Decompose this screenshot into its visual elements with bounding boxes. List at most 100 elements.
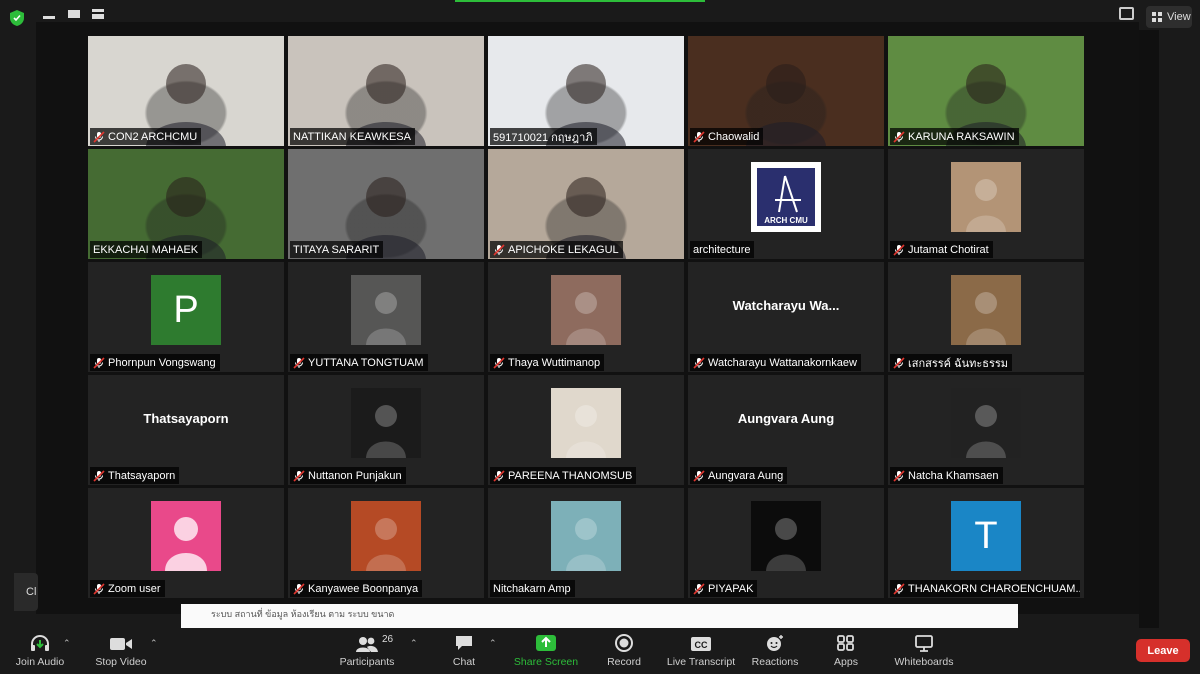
participant-tile[interactable]: Chaowalid xyxy=(688,36,884,146)
avatar-letter: P xyxy=(151,275,221,345)
participant-tile[interactable]: Zoom user xyxy=(88,488,284,598)
join-audio-label: Join Audio xyxy=(15,656,65,668)
join-audio-button[interactable]: Join Audio xyxy=(10,628,70,674)
floating-window-icon[interactable] xyxy=(67,8,81,20)
participant-name-tag: YUTTANA TONGTUAM xyxy=(290,354,428,371)
stop-video-button[interactable]: Stop Video xyxy=(90,628,152,674)
participant-name: TITAYA SARARIT xyxy=(293,243,380,256)
view-button-label: View xyxy=(1167,11,1191,23)
apps-button[interactable]: Apps xyxy=(826,628,866,674)
share-screen-icon xyxy=(536,635,556,651)
closed-caption-icon: CC xyxy=(691,637,711,651)
participant-name-tag: EKKACHAI MAHAEK xyxy=(90,241,203,258)
avatar-photo xyxy=(751,501,821,571)
participant-name-tag: Zoom user xyxy=(90,580,165,597)
participant-tile[interactable]: Aungvara Aung Aungvara Aung xyxy=(688,375,884,485)
share-screen-label: Share Screen xyxy=(513,656,579,668)
participant-tile[interactable]: CON2 ARCHCMU xyxy=(88,36,284,146)
muted-mic-icon xyxy=(693,356,705,369)
collapsed-panel-tab[interactable]: Cl xyxy=(14,573,38,611)
participant-tile[interactable]: เสกสรรค์ ฉันทะธรรม xyxy=(888,262,1084,372)
avatar-photo xyxy=(951,162,1021,232)
participant-name: APICHOKE LEKAGUL xyxy=(508,243,619,256)
participant-tile[interactable]: EKKACHAI MAHAEK xyxy=(88,149,284,259)
participants-label: Participants xyxy=(339,656,395,668)
participant-name: Nitchakarn Amp xyxy=(493,582,571,595)
muted-mic-icon xyxy=(493,356,505,369)
participant-tile[interactable]: Nuttanon Punjakun xyxy=(288,375,484,485)
participants-options-chevron-icon[interactable]: ⌃ xyxy=(410,638,420,648)
participant-tile[interactable]: APICHOKE LEKAGUL xyxy=(488,149,684,259)
avatar-photo xyxy=(551,275,621,345)
avatar-letter: T xyxy=(951,501,1021,571)
reactions-label: Reactions xyxy=(751,656,799,668)
chat-button[interactable]: Chat xyxy=(440,628,488,674)
participant-tile[interactable]: P Phornpun Vongswang xyxy=(88,262,284,372)
shared-document-strip: ระบบ สถานที่ ข้อมูล ห้องเรียน ตาม ระบบ ข… xyxy=(181,604,1018,628)
participant-tile[interactable]: 591710021 กฤษฎาภิ xyxy=(488,36,684,146)
participant-tile[interactable]: KARUNA RAKSAWIN xyxy=(888,36,1084,146)
security-shield-icon[interactable] xyxy=(9,9,25,27)
meeting-toolbar: Join Audio ⌃ Stop Video ⌃ Participants 2… xyxy=(0,628,1200,674)
participant-name-tag: Aungvara Aung xyxy=(690,467,788,484)
participant-name: NATTIKAN KEAWKESA xyxy=(293,130,411,143)
record-button[interactable]: Record xyxy=(600,628,648,674)
smiley-icon xyxy=(767,635,783,651)
participant-name-tag: architecture xyxy=(690,241,755,258)
leave-button[interactable]: Leave xyxy=(1136,639,1190,662)
participant-tile[interactable]: TITAYA SARARIT xyxy=(288,149,484,259)
participant-name-tag: Phornpun Vongswang xyxy=(90,354,220,371)
participant-name: Phornpun Vongswang xyxy=(108,356,216,369)
muted-mic-icon xyxy=(93,469,105,482)
reactions-button[interactable]: Reactions xyxy=(748,628,802,674)
fullscreen-icon[interactable] xyxy=(1119,7,1134,20)
participant-tile[interactable]: Kanyawee Boonpanya xyxy=(288,488,484,598)
participant-name: YUTTANA TONGTUAM xyxy=(308,356,424,369)
participant-name-tag: PAREENA THANOMSUB xyxy=(490,467,637,484)
participant-name-tag: Nuttanon Punjakun xyxy=(290,467,406,484)
participant-tile[interactable]: Nitchakarn Amp xyxy=(488,488,684,598)
participants-icon xyxy=(356,637,378,652)
muted-mic-icon xyxy=(693,582,705,595)
participant-tile[interactable]: T THANAKORN CHAROENCHUAM... xyxy=(888,488,1084,598)
participant-tile[interactable]: Natcha Khamsaen xyxy=(888,375,1084,485)
participant-tile[interactable]: PIYAPAK xyxy=(688,488,884,598)
audio-options-chevron-icon[interactable]: ⌃ xyxy=(63,638,73,648)
muted-mic-icon xyxy=(893,582,905,595)
participant-name: PAREENA THANOMSUB xyxy=(508,469,633,482)
avatar-photo xyxy=(951,275,1021,345)
participant-name: Jutamat Chotirat xyxy=(908,243,989,256)
participant-tile[interactable]: YUTTANA TONGTUAM xyxy=(288,262,484,372)
participant-tile[interactable]: Jutamat Chotirat xyxy=(888,149,1084,259)
live-transcript-button[interactable]: CC Live Transcript xyxy=(664,628,738,674)
participant-name: Zoom user xyxy=(108,582,161,595)
participant-tile[interactable]: PAREENA THANOMSUB xyxy=(488,375,684,485)
participant-display-name: Watcharayu Wa... xyxy=(732,298,840,313)
muted-mic-icon xyxy=(293,469,305,482)
muted-mic-icon xyxy=(293,356,305,369)
avatar-photo xyxy=(351,388,421,458)
participant-name-tag: Watcharayu Wattanakornkaew xyxy=(690,354,861,371)
video-options-chevron-icon[interactable]: ⌃ xyxy=(150,638,160,648)
participant-tile[interactable]: ARCH CMU architecture xyxy=(688,149,884,259)
chat-options-chevron-icon[interactable]: ⌃ xyxy=(489,638,499,648)
sharing-indicator xyxy=(455,0,705,2)
whiteboard-icon xyxy=(915,635,933,652)
svg-text:CC: CC xyxy=(695,640,708,650)
whiteboards-button[interactable]: Whiteboards xyxy=(888,628,960,674)
participant-name: architecture xyxy=(693,243,751,256)
view-button[interactable]: View xyxy=(1146,6,1192,28)
participant-tile[interactable]: NATTIKAN KEAWKESA xyxy=(288,36,484,146)
video-camera-icon xyxy=(110,638,132,650)
minimize-icon[interactable] xyxy=(42,8,56,20)
muted-mic-icon xyxy=(893,469,905,482)
participant-name-tag: PIYAPAK xyxy=(690,580,758,597)
muted-mic-icon xyxy=(893,356,905,369)
participant-tile[interactable]: Watcharayu Wa... Watcharayu Wattanakornka… xyxy=(688,262,884,372)
participant-tile[interactable]: Thatsayaporn Thatsayaporn xyxy=(88,375,284,485)
list-view-icon[interactable] xyxy=(91,8,105,20)
participant-name-tag: CON2 ARCHCMU xyxy=(90,128,202,145)
participant-tile[interactable]: Thaya Wuttimanop xyxy=(488,262,684,372)
share-screen-button[interactable]: Share Screen xyxy=(512,628,580,674)
participant-name: Thatsayaporn xyxy=(108,469,176,482)
